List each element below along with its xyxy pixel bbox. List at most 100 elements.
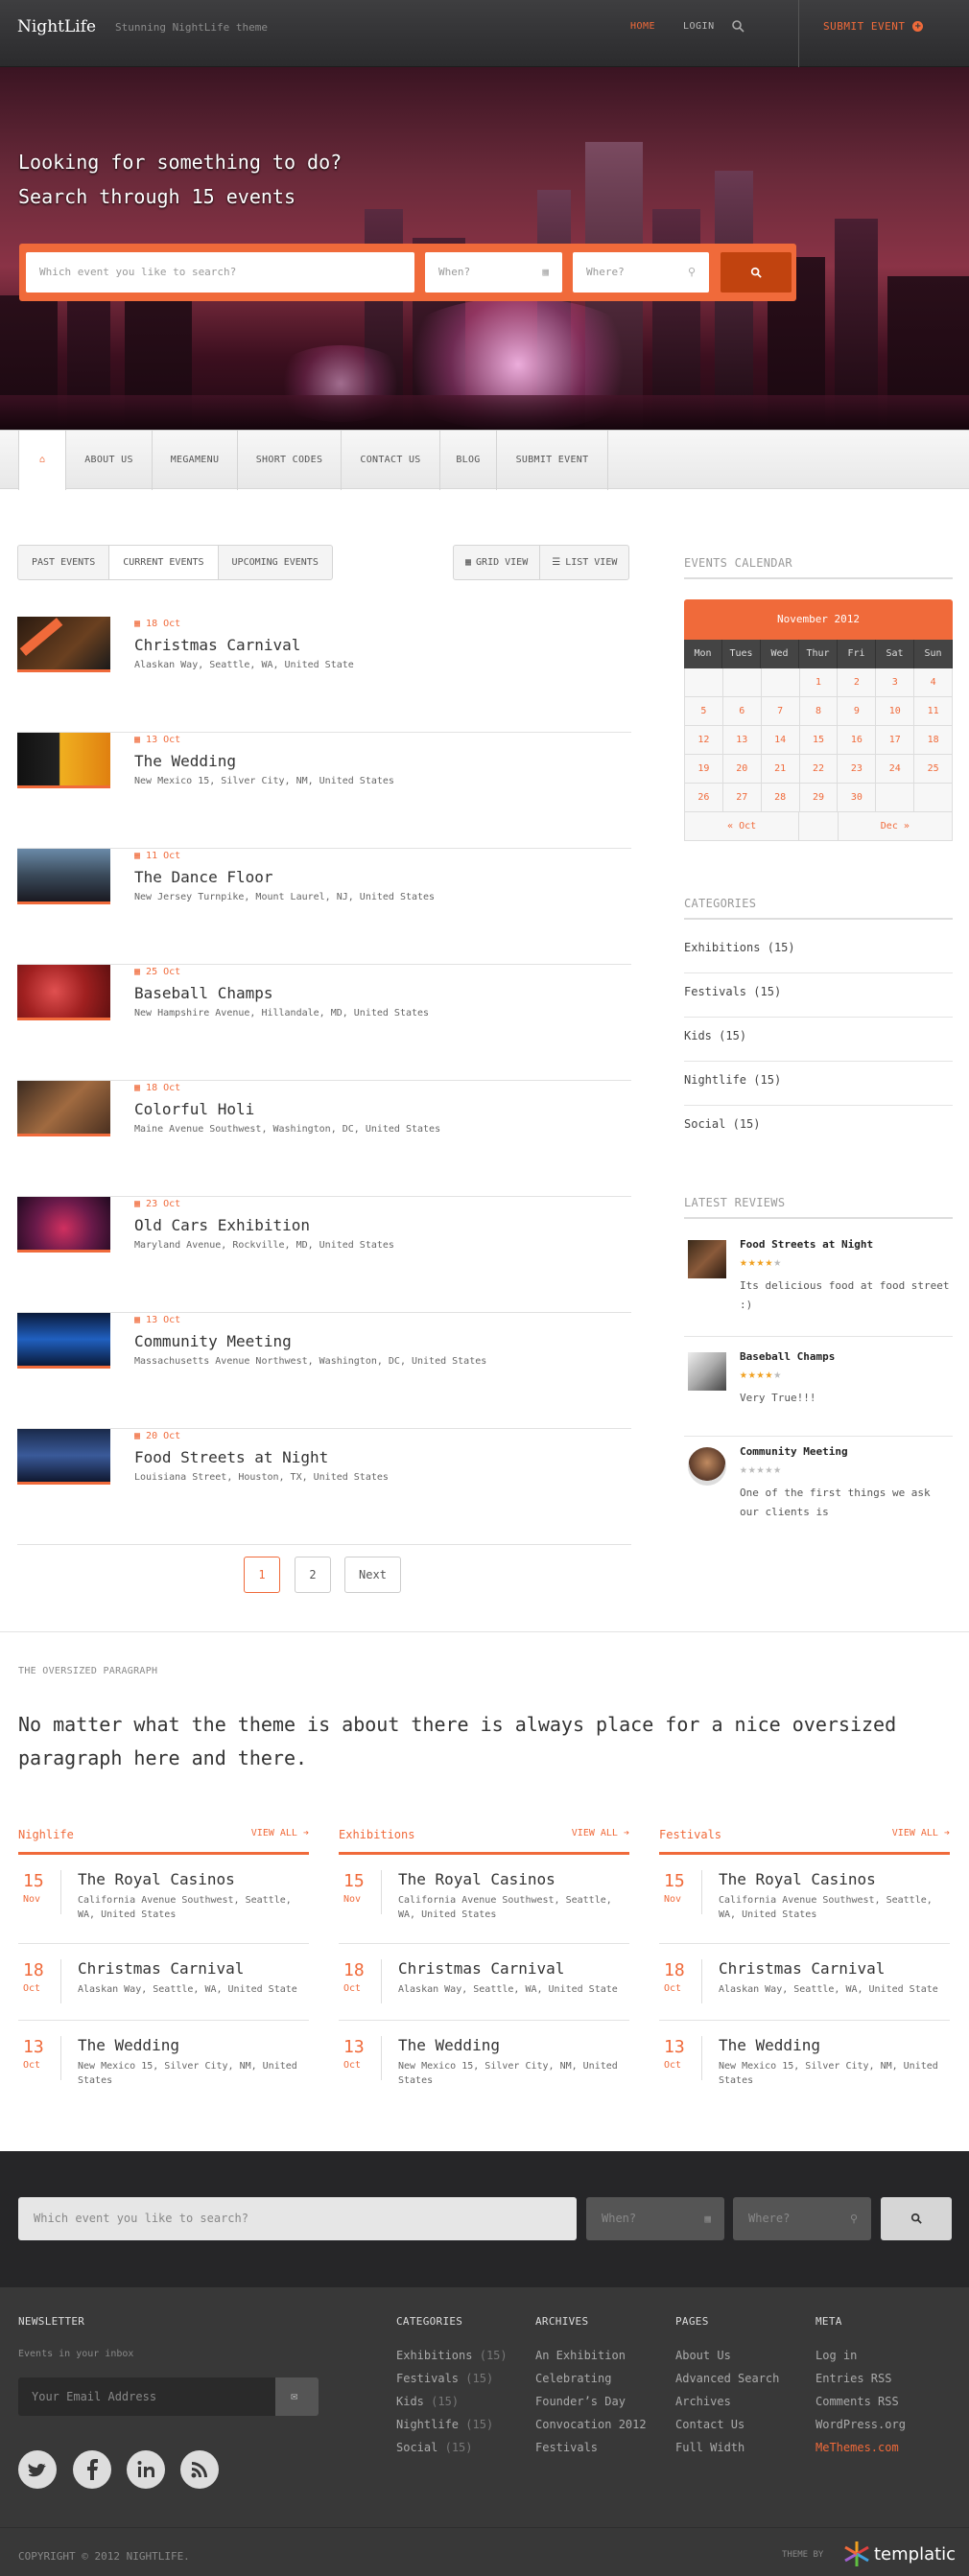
archive-link[interactable]: Celebrating — [535, 2372, 611, 2385]
event-title[interactable]: The Dance Floor — [134, 868, 273, 886]
newsletter-email-input[interactable]: Your Email Address — [18, 2377, 275, 2416]
event-item[interactable]: ▦ 11 Oct The Dance Floor New Jersey Turn… — [17, 849, 631, 965]
nav-submit-event[interactable]: SUBMIT EVENT — [497, 431, 608, 490]
calendar-day[interactable]: 24 — [876, 755, 915, 784]
calendar-day[interactable]: 20 — [722, 755, 762, 784]
event-item[interactable]: ▦ 13 Oct Community Meeting Massachusetts… — [17, 1313, 631, 1429]
tab-upcoming-events[interactable]: UPCOMING EVENTS — [219, 546, 332, 579]
nav-home-icon[interactable]: ⌂ — [18, 431, 66, 490]
calendar-day[interactable]: 14 — [761, 726, 800, 755]
calendar-day[interactable]: 3 — [876, 668, 915, 697]
page-link[interactable]: Contact Us — [675, 2418, 744, 2431]
archive-link[interactable]: Festivals — [535, 2441, 598, 2454]
column-event-item[interactable]: 13 Oct The Wedding New Mexico 15, Silver Ci… — [18, 2021, 309, 2110]
event-item[interactable]: ▦ 18 Oct Christmas Carnival Alaskan Way,… — [17, 617, 631, 733]
nav-short-codes[interactable]: SHORT CODES — [238, 431, 342, 490]
site-logo[interactable]: NightLife — [17, 17, 96, 36]
event-title[interactable]: The Wedding — [78, 2036, 179, 2054]
archive-link[interactable]: Founder’s Day — [535, 2395, 626, 2408]
view-all-link[interactable]: VIEW ALL ➔ — [892, 1828, 950, 1838]
review-item[interactable]: Community Meeting ★★★★★ One of the first… — [684, 1441, 953, 1537]
view-all-link[interactable]: VIEW ALL ➔ — [251, 1828, 309, 1838]
nav-login-link[interactable]: LOGIN — [683, 21, 715, 32]
event-thumbnail[interactable] — [17, 1197, 110, 1253]
calendar-day[interactable]: 7 — [761, 697, 800, 726]
footer-search-button[interactable] — [881, 2197, 952, 2240]
hero-search-button[interactable] — [721, 252, 792, 293]
calendar-day[interactable] — [761, 668, 800, 697]
calendar-day[interactable]: 11 — [914, 697, 954, 726]
calendar-next[interactable]: Dec » — [838, 812, 953, 841]
event-thumbnail[interactable] — [17, 733, 110, 788]
hero-when-input[interactable]: When? ▦ — [425, 252, 562, 293]
event-thumbnail[interactable] — [17, 1081, 110, 1136]
page-link[interactable]: Full Width — [675, 2441, 744, 2454]
review-title[interactable]: Community Meeting — [740, 1445, 848, 1458]
calendar-day[interactable]: 16 — [838, 726, 877, 755]
search-icon[interactable] — [731, 19, 744, 33]
review-item[interactable]: Baseball Champs ★★★★★ Very True!!! — [684, 1347, 953, 1437]
column-event-item[interactable]: 15 Nov The Royal Casinos California Avenue … — [659, 1855, 950, 1944]
event-item[interactable]: ▦ 18 Oct Colorful Holi Maine Avenue Sout… — [17, 1081, 631, 1197]
event-thumbnail[interactable] — [17, 1429, 110, 1485]
column-event-item[interactable]: 18 Oct Christmas Carnival Alaskan Way, Seat… — [339, 1944, 629, 2021]
meta-link[interactable]: MeThemes.com — [815, 2441, 899, 2454]
facebook-icon[interactable] — [73, 2450, 111, 2489]
event-title[interactable]: Christmas Carnival — [719, 1959, 885, 1978]
archive-link[interactable]: Convocation 2012 — [535, 2418, 647, 2431]
column-event-item[interactable]: 13 Oct The Wedding New Mexico 15, Silver Ci… — [659, 2021, 950, 2110]
category-item[interactable]: Nightlife (15) — [684, 1062, 953, 1106]
footer-category-link[interactable]: Social (15) — [396, 2441, 473, 2454]
calendar-day[interactable]: 2 — [838, 668, 877, 697]
pagination-page-1[interactable]: 1 — [244, 1557, 280, 1593]
category-item[interactable]: Social (15) — [684, 1106, 953, 1150]
linkedin-icon[interactable] — [127, 2450, 165, 2489]
category-item[interactable]: Exhibitions (15) — [684, 929, 953, 973]
event-title[interactable]: Food Streets at Night — [134, 1448, 328, 1466]
footer-category-link[interactable]: Festivals (15) — [396, 2372, 493, 2385]
column-event-item[interactable]: 18 Oct Christmas Carnival Alaskan Way, Seat… — [659, 1944, 950, 2021]
calendar-day[interactable]: 9 — [838, 697, 877, 726]
calendar-day[interactable] — [685, 668, 723, 697]
footer-category-link[interactable]: Nightlife (15) — [396, 2418, 493, 2431]
event-title[interactable]: The Royal Casinos — [78, 1870, 235, 1888]
hero-search-input[interactable]: Which event you like to search? — [26, 252, 414, 293]
newsletter-submit-button[interactable]: ✉ — [275, 2377, 319, 2416]
page-link[interactable]: About Us — [675, 2349, 731, 2362]
templatic-logo[interactable]: templatic — [842, 2540, 956, 2568]
archive-link[interactable]: An Exhibition — [535, 2349, 626, 2362]
pagination-next[interactable]: Next — [344, 1557, 401, 1593]
event-item[interactable]: ▦ 13 Oct The Wedding New Mexico 15, Silv… — [17, 733, 631, 849]
calendar-day[interactable]: 23 — [838, 755, 877, 784]
footer-when-input[interactable]: When? ▦ — [586, 2197, 724, 2240]
event-thumbnail[interactable] — [17, 617, 110, 672]
column-event-item[interactable]: 18 Oct Christmas Carnival Alaskan Way, Seat… — [18, 1944, 309, 2021]
event-title[interactable]: The Royal Casinos — [398, 1870, 555, 1888]
calendar-day[interactable]: 19 — [685, 755, 723, 784]
review-title[interactable]: Food Streets at Night — [740, 1238, 873, 1251]
event-item[interactable]: ▦ 20 Oct Food Streets at Night Louisiana… — [17, 1429, 631, 1545]
calendar-day[interactable] — [722, 668, 762, 697]
list-view-button[interactable]: ☰ LIST VIEW — [540, 546, 628, 579]
meta-link[interactable]: Comments RSS — [815, 2395, 899, 2408]
calendar-day[interactable]: 6 — [722, 697, 762, 726]
calendar-day[interactable]: 25 — [914, 755, 954, 784]
event-title[interactable]: Christmas Carnival — [78, 1959, 244, 1978]
calendar-day[interactable]: 21 — [761, 755, 800, 784]
hero-where-input[interactable]: Where? ⚲ — [573, 252, 709, 293]
calendar-day[interactable]: 5 — [685, 697, 723, 726]
category-item[interactable]: Kids (15) — [684, 1018, 953, 1062]
review-title[interactable]: Baseball Champs — [740, 1350, 835, 1363]
event-thumbnail[interactable] — [17, 1313, 110, 1369]
calendar-day[interactable]: 13 — [722, 726, 762, 755]
review-item[interactable]: Food Streets at Night ★★★★★ Its deliciou… — [684, 1234, 953, 1337]
calendar-day[interactable]: 29 — [799, 784, 839, 812]
meta-link[interactable]: WordPress.org — [815, 2418, 906, 2431]
column-event-item[interactable]: 13 Oct The Wedding New Mexico 15, Silver Ci… — [339, 2021, 629, 2110]
event-title[interactable]: Colorful Holi — [134, 1100, 254, 1118]
grid-view-button[interactable]: ▦ GRID VIEW — [454, 546, 541, 579]
footer-category-link[interactable]: Exhibitions (15) — [396, 2349, 508, 2362]
event-title[interactable]: The Wedding — [134, 752, 236, 770]
nav-contact-us[interactable]: CONTACT US — [342, 431, 440, 490]
event-title[interactable]: Christmas Carnival — [398, 1959, 564, 1978]
